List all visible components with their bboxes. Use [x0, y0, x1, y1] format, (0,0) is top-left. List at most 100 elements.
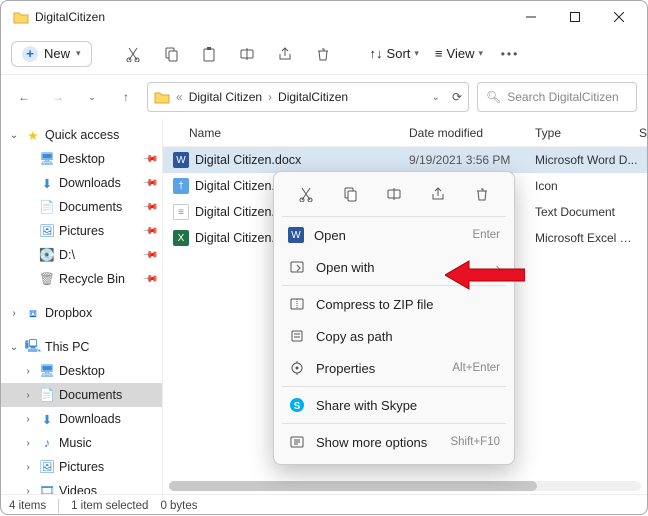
col-date[interactable]: Date modified — [409, 126, 535, 140]
delete-icon[interactable] — [306, 40, 340, 68]
pin-icon: 📌 — [141, 271, 158, 288]
dropbox-icon: ⧈ — [25, 305, 41, 321]
ctx-share-icon[interactable] — [424, 182, 452, 206]
ctx-share-skype[interactable]: S Share with Skype — [274, 389, 514, 421]
back-button[interactable]: ← — [11, 84, 37, 110]
horizontal-scrollbar[interactable] — [169, 481, 641, 491]
sidebar-documents[interactable]: 📄Documents📌 — [1, 195, 162, 219]
ctx-properties[interactable]: Properties Alt+Enter — [274, 352, 514, 384]
up-button[interactable]: ↑ — [113, 84, 139, 110]
sidebar-this-pc[interactable]: ⌄🖳This PC — [1, 335, 162, 359]
ctx-copy-icon[interactable] — [336, 182, 364, 206]
pictures-icon: 🖼 — [39, 459, 55, 475]
copy-icon[interactable] — [154, 40, 188, 68]
col-type[interactable]: Type — [535, 126, 639, 140]
sidebar-pc-videos[interactable]: ›🎞Videos — [1, 479, 162, 494]
zip-icon — [288, 295, 306, 313]
sort-button[interactable]: ↑↓ Sort ▾ — [364, 42, 425, 65]
status-bar: 4 items 1 item selected 0 bytes — [1, 494, 647, 516]
sidebar-quick-access[interactable]: ⌄★Quick access — [1, 123, 162, 147]
sidebar-desktop[interactable]: 🖥Desktop📌 — [1, 147, 162, 171]
desktop-icon: 🖥 — [39, 363, 55, 379]
context-menu: W Open Enter Open with › Compress to ZIP… — [273, 171, 515, 465]
status-size: 0 bytes — [160, 500, 197, 512]
status-selection: 1 item selected — [71, 500, 148, 512]
view-button[interactable]: ≡ View ▾ — [429, 42, 489, 65]
history-chevron[interactable]: ⌄ — [432, 92, 440, 103]
word-icon: W — [173, 152, 189, 168]
sidebar-pc-pictures[interactable]: ›🖼Pictures — [1, 455, 162, 479]
pin-icon: 📌 — [141, 199, 158, 216]
text-icon: ≡ — [173, 204, 189, 220]
search-placeholder: Search DigitalCitizen — [507, 90, 618, 104]
more-icon[interactable]: ••• — [493, 40, 527, 68]
sidebar-pc-documents[interactable]: ›📄Documents — [1, 383, 162, 407]
cut-icon[interactable] — [116, 40, 150, 68]
view-icon: ≡ — [435, 46, 443, 61]
downloads-icon: ⬇ — [39, 411, 55, 427]
music-icon: ♪ — [39, 435, 55, 451]
ctx-cut-icon[interactable] — [292, 182, 320, 206]
sidebar-recycle-bin[interactable]: 🗑Recycle Bin📌 — [1, 267, 162, 291]
ctx-compress-zip[interactable]: Compress to ZIP file — [274, 288, 514, 320]
navigation-pane: ⌄★Quick access 🖥Desktop📌 ⬇Downloads📌 📄Do… — [1, 119, 162, 494]
search-box[interactable]: 🔍︎ Search DigitalCitizen — [477, 82, 637, 112]
col-size[interactable]: S — [639, 126, 647, 140]
minimize-button[interactable] — [509, 1, 553, 33]
desktop-icon: 🖥 — [39, 151, 55, 167]
chevron-down-icon: ▾ — [76, 48, 81, 59]
sidebar-downloads[interactable]: ⬇Downloads📌 — [1, 171, 162, 195]
svg-text:S: S — [294, 401, 301, 412]
openwith-icon — [288, 258, 306, 276]
forward-button[interactable]: → — [45, 84, 71, 110]
nav-row: ← → ⌄ ↑ « Digital Citizen › DigitalCitiz… — [1, 75, 647, 119]
pin-icon: 📌 — [141, 247, 158, 264]
close-button[interactable] — [597, 1, 641, 33]
crumb-2[interactable]: DigitalCitizen — [278, 90, 348, 104]
rename-icon[interactable] — [230, 40, 264, 68]
ctx-copy-path[interactable]: Copy as path — [274, 320, 514, 352]
maximize-button[interactable] — [553, 1, 597, 33]
crumb-1[interactable]: Digital Citizen — [189, 90, 262, 104]
folder-icon — [13, 9, 29, 25]
sidebar-d-drive[interactable]: 💽D:\📌 — [1, 243, 162, 267]
plus-icon: + — [22, 46, 38, 62]
column-headers: Name Date modified Type S — [163, 119, 647, 147]
skype-icon: S — [288, 396, 306, 414]
sidebar-pc-music[interactable]: ›♪Music — [1, 431, 162, 455]
share-icon[interactable] — [268, 40, 302, 68]
pc-icon: 🖳 — [25, 339, 41, 355]
properties-icon — [288, 359, 306, 377]
word-icon: W — [288, 227, 304, 243]
ctx-rename-icon[interactable] — [380, 182, 408, 206]
sidebar-pc-desktop[interactable]: ›🖥Desktop — [1, 359, 162, 383]
downloads-icon: ⬇ — [39, 175, 55, 191]
sidebar-dropbox[interactable]: ›⧈Dropbox — [1, 301, 162, 325]
ctx-more-options[interactable]: Show more options Shift+F10 — [274, 426, 514, 458]
ctx-delete-icon[interactable] — [468, 182, 496, 206]
documents-icon: 📄 — [39, 199, 55, 215]
recent-chevron[interactable]: ⌄ — [79, 84, 105, 110]
title-bar: DigitalCitizen — [1, 1, 647, 33]
drive-icon: 💽 — [39, 247, 55, 263]
new-label: New — [44, 46, 70, 61]
new-button[interactable]: + New ▾ — [11, 41, 92, 67]
image-icon: † — [173, 178, 189, 194]
sort-icon: ↑↓ — [370, 46, 383, 61]
refresh-icon[interactable]: ⟳ — [452, 90, 462, 104]
pictures-icon: 🖼 — [39, 223, 55, 239]
pin-icon: 📌 — [141, 223, 158, 240]
ctx-open[interactable]: W Open Enter — [274, 219, 514, 251]
star-icon: ★ — [25, 127, 41, 143]
annotation-arrow — [445, 259, 525, 291]
search-icon: 🔍︎ — [486, 90, 501, 104]
address-bar[interactable]: « Digital Citizen › DigitalCitizen ⌄ ⟳ — [147, 82, 469, 112]
file-row[interactable]: WDigital Citizen.docx 9/19/2021 3:56 PM … — [163, 147, 647, 173]
status-count: 4 items — [9, 500, 46, 512]
sidebar-pictures[interactable]: 🖼Pictures📌 — [1, 219, 162, 243]
col-name[interactable]: Name — [163, 126, 409, 140]
toolbar: + New ▾ ↑↓ Sort ▾ ≡ View ▾ ••• — [1, 33, 647, 75]
window-title: DigitalCitizen — [35, 10, 105, 24]
sidebar-pc-downloads[interactable]: ›⬇Downloads — [1, 407, 162, 431]
paste-icon[interactable] — [192, 40, 226, 68]
